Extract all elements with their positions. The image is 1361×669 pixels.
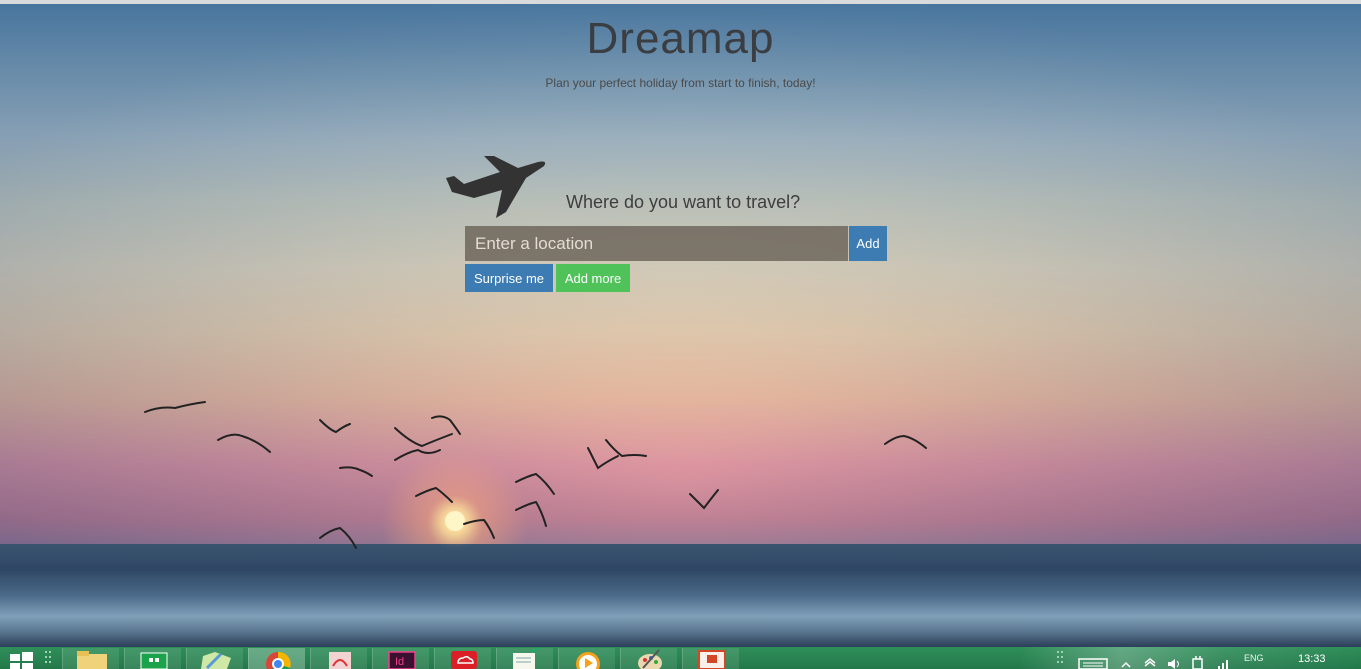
bird	[339, 466, 373, 477]
taskbar-clock[interactable]: 13:33	[1298, 653, 1326, 665]
bird	[217, 433, 271, 453]
page-title: Dreamap	[586, 14, 775, 63]
power-plug-icon[interactable]	[1190, 647, 1206, 669]
bird	[144, 401, 206, 413]
svg-text:Id: Id	[395, 656, 404, 668]
bird	[394, 427, 453, 448]
taskbar-media-player[interactable]	[558, 648, 615, 669]
bird	[515, 472, 555, 495]
network-signal-icon[interactable]	[1216, 647, 1232, 669]
location-input[interactable]	[465, 226, 848, 261]
store-icon	[140, 652, 168, 669]
page-tagline: Plan your perfect holiday from start to …	[545, 76, 816, 90]
volume-icon[interactable]	[1166, 647, 1182, 669]
file-explorer-icon	[77, 651, 107, 669]
sync-icon[interactable]	[1142, 647, 1158, 669]
chrome-icon	[266, 651, 291, 669]
indesign-icon: Id	[388, 651, 416, 669]
acrobat-icon	[329, 652, 351, 669]
taskbar-grip-icon	[45, 651, 51, 663]
taskbar-paint[interactable]	[620, 648, 677, 669]
taskbar-acrobat[interactable]	[310, 648, 367, 669]
start-icon[interactable]	[8, 647, 34, 669]
bird	[463, 518, 495, 539]
add-more-button[interactable]: Add more	[556, 264, 630, 292]
bird	[587, 447, 619, 470]
travel-question: Where do you want to travel?	[566, 192, 801, 212]
taskbar-store[interactable]	[124, 648, 181, 669]
bird	[689, 489, 719, 510]
notepad-icon	[513, 647, 540, 669]
add-button[interactable]: Add	[849, 226, 887, 261]
bird	[431, 415, 461, 435]
creative-cloud-icon	[451, 651, 477, 669]
beach-sunset-background	[0, 4, 1361, 647]
birds-silhouettes	[144, 401, 927, 549]
taskbar-powerpoint[interactable]	[682, 648, 739, 669]
taskbar-file-explorer[interactable]	[62, 648, 119, 669]
powerpoint-icon	[698, 650, 726, 669]
taskbar-creative-cloud[interactable]	[434, 648, 491, 669]
surprise-me-button[interactable]: Surprise me	[465, 264, 553, 292]
taskbar-indesign[interactable]: Id	[372, 648, 429, 669]
bird	[394, 448, 441, 461]
bird	[515, 500, 547, 527]
bird	[415, 486, 453, 503]
bird	[605, 439, 647, 458]
paint-icon	[638, 649, 662, 669]
bird	[884, 434, 927, 449]
bird	[319, 526, 357, 549]
taskbar-maps[interactable]	[186, 648, 243, 669]
browser-viewport: Dreamap Plan your perfect holiday from s…	[0, 0, 1361, 669]
taskbar-chrome[interactable]	[248, 648, 305, 669]
chevron-up-icon[interactable]	[1120, 647, 1132, 669]
input-language[interactable]: ENG	[1244, 653, 1264, 663]
tray-grip-icon	[1057, 651, 1063, 663]
maps-icon	[201, 652, 231, 669]
taskbar-notepad[interactable]	[496, 647, 553, 669]
media-player-icon	[576, 652, 600, 669]
bird	[319, 419, 351, 434]
taskbar: Id ENG 13:33	[0, 647, 1361, 669]
airplane-icon	[446, 156, 546, 218]
keyboard-icon[interactable]	[1078, 647, 1108, 669]
